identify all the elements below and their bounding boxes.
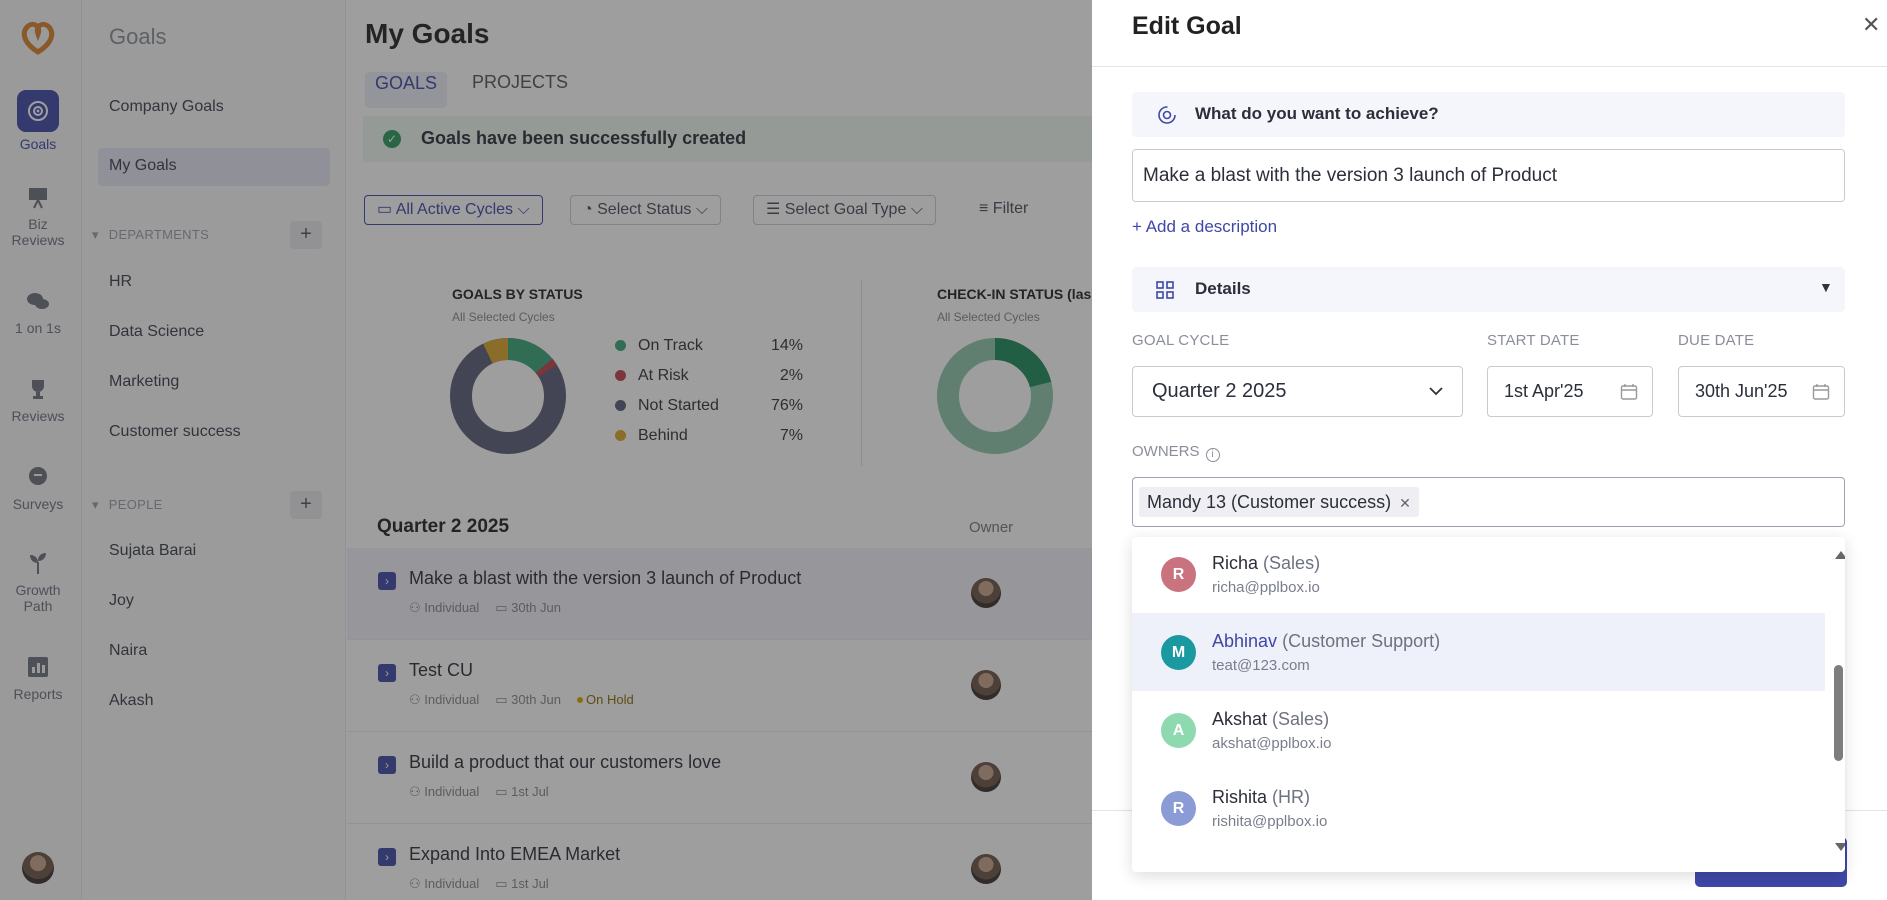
owners-multiselect[interactable]: Mandy 13 (Customer success) ✕: [1132, 477, 1845, 527]
remove-icon[interactable]: ✕: [1399, 495, 1411, 511]
option-person-name: Rishita: [1212, 787, 1268, 807]
goal-question: What do you want to achieve?: [1195, 104, 1439, 123]
edit-goal-drawer: Edit Goal ✕ What do you want to achieve?…: [1092, 0, 1887, 900]
due-date-value: 30th Jun'25: [1695, 381, 1788, 401]
add-description-link[interactable]: + Add a description: [1132, 217, 1277, 237]
option-dept: (Customer Support): [1282, 631, 1441, 651]
option-email: richa@pplbox.io: [1212, 579, 1320, 596]
option-name: Abhinav (Customer Support): [1212, 631, 1440, 652]
close-icon[interactable]: ✕: [1862, 12, 1880, 38]
target-arrow-icon: [1158, 106, 1176, 124]
option-email: akshat@pplbox.io: [1212, 735, 1332, 752]
option-name: Rishita (HR): [1212, 787, 1310, 808]
start-date-picker[interactable]: 1st Apr'25: [1487, 366, 1653, 417]
due-date-label: DUE DATE: [1678, 332, 1755, 349]
goal-question-header: What do you want to achieve?: [1132, 92, 1845, 137]
option-name: Akshat (Sales): [1212, 709, 1329, 730]
option-dept: (Sales): [1263, 553, 1321, 573]
scroll-up-arrow-icon[interactable]: [1835, 551, 1845, 559]
option-dept: (HR): [1272, 787, 1311, 807]
option-dept: (Sales): [1272, 709, 1330, 729]
owner-option[interactable]: M Abhinav (Customer Support) teat@123.co…: [1132, 613, 1825, 691]
goal-cycle-value: Quarter 2 2025: [1152, 380, 1287, 402]
option-avatar: A: [1161, 713, 1196, 748]
scroll-thumb[interactable]: [1834, 665, 1843, 761]
option-email: rishita@pplbox.io: [1212, 813, 1328, 830]
calendar-icon[interactable]: [1812, 383, 1830, 401]
info-icon[interactable]: i: [1205, 448, 1220, 462]
option-name: Richa (Sales): [1212, 553, 1320, 574]
owners-label-text: OWNERS: [1132, 443, 1200, 460]
dropdown-scrollbar[interactable]: [1832, 537, 1845, 872]
divider: [1092, 66, 1887, 67]
owner-option[interactable]: A Akshat (Sales) akshat@pplbox.io: [1132, 691, 1825, 769]
caret-down-icon: ▼: [1819, 279, 1833, 295]
owner-option[interactable]: R Rishita (HR) rishita@pplbox.io: [1132, 769, 1825, 847]
goal-cycle-label: GOAL CYCLE: [1132, 332, 1230, 349]
option-avatar: M: [1161, 635, 1196, 670]
option-person-name: Abhinav: [1212, 631, 1278, 651]
owner-option[interactable]: R Richa (Sales) richa@pplbox.io: [1132, 537, 1825, 613]
calendar-icon[interactable]: [1620, 383, 1638, 401]
option-person-name: Akshat: [1212, 709, 1268, 729]
start-date-value: 1st Apr'25: [1504, 381, 1584, 401]
goal-cycle-select[interactable]: Quarter 2 2025: [1132, 366, 1463, 417]
drawer-title: Edit Goal: [1132, 12, 1242, 40]
option-person-name: Richa: [1212, 553, 1259, 573]
modal-backdrop[interactable]: [0, 0, 1092, 900]
scroll-down-arrow-icon[interactable]: [1835, 843, 1845, 851]
chevron-down-icon: [1429, 387, 1443, 396]
details-label: Details: [1195, 279, 1251, 298]
option-avatar: R: [1161, 557, 1196, 592]
owners-dropdown: R Richa (Sales) richa@pplbox.io M Abhina…: [1132, 537, 1845, 872]
start-date-label: START DATE: [1487, 332, 1580, 349]
option-avatar: R: [1161, 791, 1196, 826]
owner-chip: Mandy 13 (Customer success) ✕: [1139, 487, 1419, 517]
goal-title-input[interactable]: [1132, 149, 1845, 202]
option-email: teat@123.com: [1212, 657, 1310, 674]
grid-icon: [1156, 281, 1174, 299]
owner-chip-label: Mandy 13 (Customer success): [1147, 492, 1392, 512]
owners-label: OWNERS i: [1132, 443, 1220, 462]
details-section-header[interactable]: Details ▼: [1132, 267, 1845, 312]
due-date-picker[interactable]: 30th Jun'25: [1678, 366, 1845, 417]
